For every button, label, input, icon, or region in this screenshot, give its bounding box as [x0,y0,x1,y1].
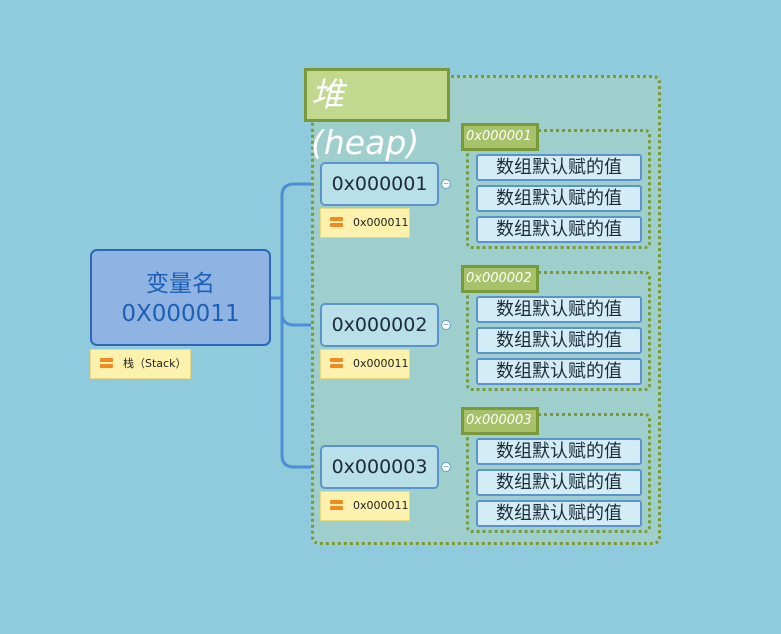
group-title-2[interactable]: 0x000002 [461,265,539,293]
leaf-3-2[interactable]: 数组默认赋的值 [476,469,642,496]
note-icon [100,358,113,370]
root-node-address: 0X000011 [121,301,240,327]
leaf-2-1[interactable]: 数组默认赋的值 [476,296,642,323]
collapse-toggle-3[interactable]: − [441,462,451,472]
address-note-1-text: 0x000011 [353,216,409,229]
address-note-3[interactable]: 0x000011 [320,491,410,521]
address-note-2[interactable]: 0x000011 [320,349,410,379]
address-note-1[interactable]: 0x000011 [320,208,410,238]
note-icon [330,217,343,229]
leaf-2-3[interactable]: 数组默认赋的值 [476,358,642,385]
root-stack-note-text: 栈（Stack） [123,357,187,370]
group-title-3[interactable]: 0x000003 [461,407,539,435]
address-node-1[interactable]: 0x000001 [320,162,439,206]
group-title-1[interactable]: 0x000001 [461,123,539,151]
root-node-name: 变量名 [146,271,215,297]
leaf-3-3[interactable]: 数组默认赋的值 [476,500,642,527]
address-note-3-text: 0x000011 [353,499,409,512]
leaf-3-1[interactable]: 数组默认赋的值 [476,438,642,465]
note-icon [330,500,343,512]
address-node-2[interactable]: 0x000002 [320,303,439,347]
address-note-2-text: 0x000011 [353,357,409,370]
note-icon [330,358,343,370]
leaf-1-3[interactable]: 数组默认赋的值 [476,216,642,243]
root-stack-note[interactable]: 栈（Stack） [90,349,191,379]
collapse-toggle-1[interactable]: − [441,179,451,189]
leaf-2-2[interactable]: 数组默认赋的值 [476,327,642,354]
leaf-1-1[interactable]: 数组默认赋的值 [476,154,642,181]
leaf-1-2[interactable]: 数组默认赋的值 [476,185,642,212]
heap-title[interactable]: 堆(heap) [304,68,450,162]
address-node-3[interactable]: 0x000003 [320,445,439,489]
collapse-toggle-2[interactable]: − [441,320,451,330]
root-node-variable[interactable]: 变量名 0X000011 [90,249,271,346]
